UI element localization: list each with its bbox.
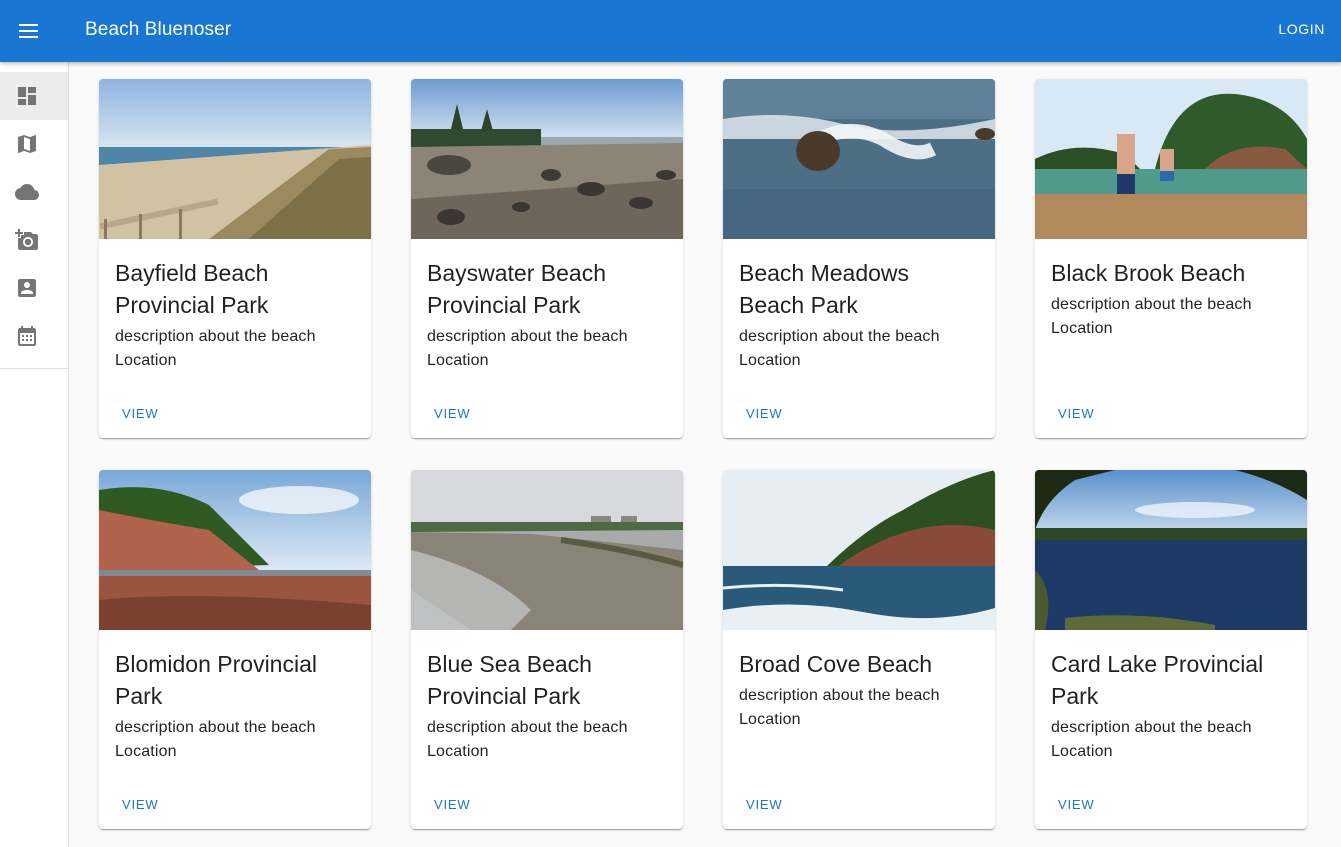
account-box-icon (18, 279, 36, 297)
card-description: description about the beach (739, 687, 940, 704)
cloud-icon (15, 184, 39, 200)
beach-photo (411, 79, 683, 239)
card-description: description about the beach (115, 328, 316, 345)
beach-card: Beach Meadows Beach Park description abo… (723, 79, 995, 438)
card-title: Card Lake Provincial Park (1051, 651, 1264, 709)
beach-photo (99, 79, 371, 239)
app-title: Beach Bluenoser (85, 19, 232, 40)
card-title: Beach Meadows Beach Park (739, 260, 910, 318)
beach-card: Blomidon Provincial Park description abo… (99, 470, 371, 829)
beach-photo (723, 470, 995, 630)
beach-card-grid: Bayfield Beach Provincial Park descripti… (99, 79, 1307, 829)
card-location: Location (1051, 320, 1113, 337)
sidebar-list (0, 62, 68, 369)
card-location: Location (115, 743, 177, 760)
sidebar-item-calendar[interactable] (0, 312, 68, 360)
sidebar-item-add-photo[interactable] (0, 216, 68, 264)
card-description: description about the beach (115, 719, 316, 736)
beach-photo (1035, 79, 1307, 239)
view-button[interactable]: VIEW (1058, 406, 1094, 421)
view-button[interactable]: VIEW (746, 797, 782, 812)
card-description: description about the beach (427, 719, 628, 736)
sidebar-item-dashboard[interactable] (0, 72, 68, 120)
beach-card: Blue Sea Beach Provincial Park descripti… (411, 470, 683, 829)
beach-photo (411, 470, 683, 630)
card-title: Blomidon Provincial Park (115, 651, 317, 709)
dashboard-icon (18, 87, 36, 105)
view-button[interactable]: VIEW (1058, 797, 1094, 812)
add-a-photo-icon (15, 229, 38, 250)
beach-card: Bayfield Beach Provincial Park descripti… (99, 79, 371, 438)
beach-photo (1035, 470, 1307, 630)
card-description: description about the beach (1051, 719, 1252, 736)
view-button[interactable]: VIEW (122, 406, 158, 421)
card-description: description about the beach (739, 328, 940, 345)
view-button[interactable]: VIEW (434, 406, 470, 421)
app-bar: Beach Bluenoser LOGIN (0, 0, 1341, 62)
sidebar (0, 62, 69, 847)
view-button[interactable]: VIEW (434, 797, 470, 812)
calendar-icon (18, 326, 36, 346)
card-title: Bayswater Beach Provincial Park (427, 260, 606, 318)
beach-card: Black Brook Beach description about the … (1035, 79, 1307, 438)
card-location: Location (427, 352, 489, 369)
view-button[interactable]: VIEW (746, 406, 782, 421)
card-location: Location (115, 352, 177, 369)
beach-card: Broad Cove Beach description about the b… (723, 470, 995, 829)
card-description: description about the beach (427, 328, 628, 345)
beach-card: Card Lake Provincial Park description ab… (1035, 470, 1307, 829)
card-title: Black Brook Beach (1051, 260, 1246, 286)
beach-photo (723, 79, 995, 239)
login-button[interactable]: LOGIN (1278, 21, 1325, 37)
card-title: Blue Sea Beach Provincial Park (427, 651, 592, 709)
card-title: Bayfield Beach Provincial Park (115, 260, 269, 318)
view-button[interactable]: VIEW (122, 797, 158, 812)
sidebar-item-weather[interactable] (0, 168, 68, 216)
card-location: Location (427, 743, 489, 760)
card-location: Location (1051, 743, 1113, 760)
card-location: Location (739, 352, 801, 369)
sidebar-item-map[interactable] (0, 120, 68, 168)
card-title: Broad Cove Beach (739, 651, 933, 677)
card-description: description about the beach (1051, 296, 1252, 313)
sidebar-item-account[interactable] (0, 264, 68, 312)
map-icon (18, 135, 36, 153)
menu-icon[interactable] (15, 17, 43, 45)
card-location: Location (739, 711, 801, 728)
beach-card: Bayswater Beach Provincial Park descript… (411, 79, 683, 438)
beach-photo (99, 470, 371, 630)
